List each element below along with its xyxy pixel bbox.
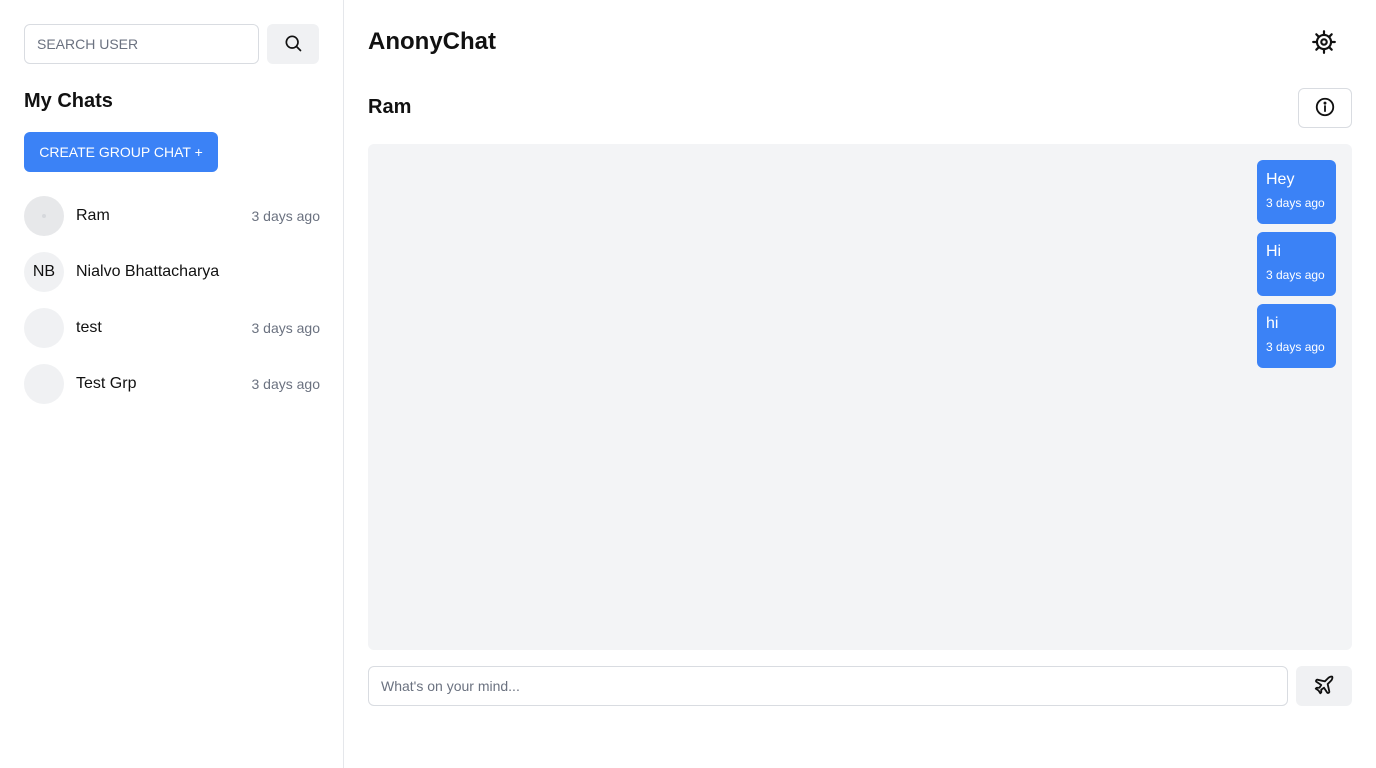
search-user-input[interactable] [24,24,259,64]
avatar [24,364,64,404]
message-text: hi [1266,315,1279,332]
message-list: Hey 3 days ago Hi 3 days ago hi 3 days a… [1257,160,1336,368]
chat-title: Ram [368,96,412,118]
chat-list: Ram 3 days ago NB Nialvo Bhattacharya te… [24,188,320,412]
chat-list-item[interactable]: Test Grp 3 days ago [24,356,320,412]
avatar: NB [24,252,64,292]
avatar-initials: NB [32,263,56,280]
message-timestamp: 3 days ago [1266,196,1325,210]
chat-list-item[interactable]: Ram 3 days ago [24,188,320,244]
avatar-image [42,214,46,218]
message-timestamp: 3 days ago [1266,340,1325,354]
chat-list-item[interactable]: NB Nialvo Bhattacharya [24,244,320,300]
message-timestamp: 3 days ago [1266,268,1325,282]
chat-name: Nialvo Bhattacharya [76,263,220,280]
message-text: Hi [1266,243,1282,260]
message-bubble: Hi 3 days ago [1257,232,1336,296]
search-button[interactable] [267,24,319,64]
chat-name: Ram [76,207,110,224]
chat-main: AnonyChat Ram Hey 3 days ago Hi 3 days a… [344,0,1376,768]
info-icon [1314,96,1336,121]
chat-info-button[interactable] [1298,88,1352,128]
avatar [24,196,64,236]
app-title: AnonyChat [368,28,496,55]
sidebar: My Chats CREATE GROUP CHAT + Ram 3 days … [0,0,344,768]
chat-timestamp: 3 days ago [251,376,321,392]
avatar [24,308,64,348]
gear-icon [1311,29,1337,60]
chat-name: test [76,319,102,336]
message-bubble: hi 3 days ago [1257,304,1336,368]
my-chats-heading: My Chats [24,90,113,112]
chat-name: Test Grp [76,375,137,392]
chat-timestamp: 3 days ago [251,208,321,224]
send-button[interactable] [1296,666,1352,706]
chat-list-item[interactable]: test 3 days ago [24,300,320,356]
message-text: Hey [1266,171,1295,188]
search-icon [283,33,303,56]
plane-icon [1313,674,1335,699]
message-bubble: Hey 3 days ago [1257,160,1336,224]
chat-timestamp: 3 days ago [251,320,321,336]
app-root: My Chats CREATE GROUP CHAT + Ram 3 days … [0,0,1376,768]
message-input[interactable] [368,666,1288,706]
messages-panel[interactable]: Hey 3 days ago Hi 3 days ago hi 3 days a… [368,144,1352,650]
settings-button[interactable] [1308,28,1340,60]
create-group-chat-button[interactable]: CREATE GROUP CHAT + [24,132,218,172]
